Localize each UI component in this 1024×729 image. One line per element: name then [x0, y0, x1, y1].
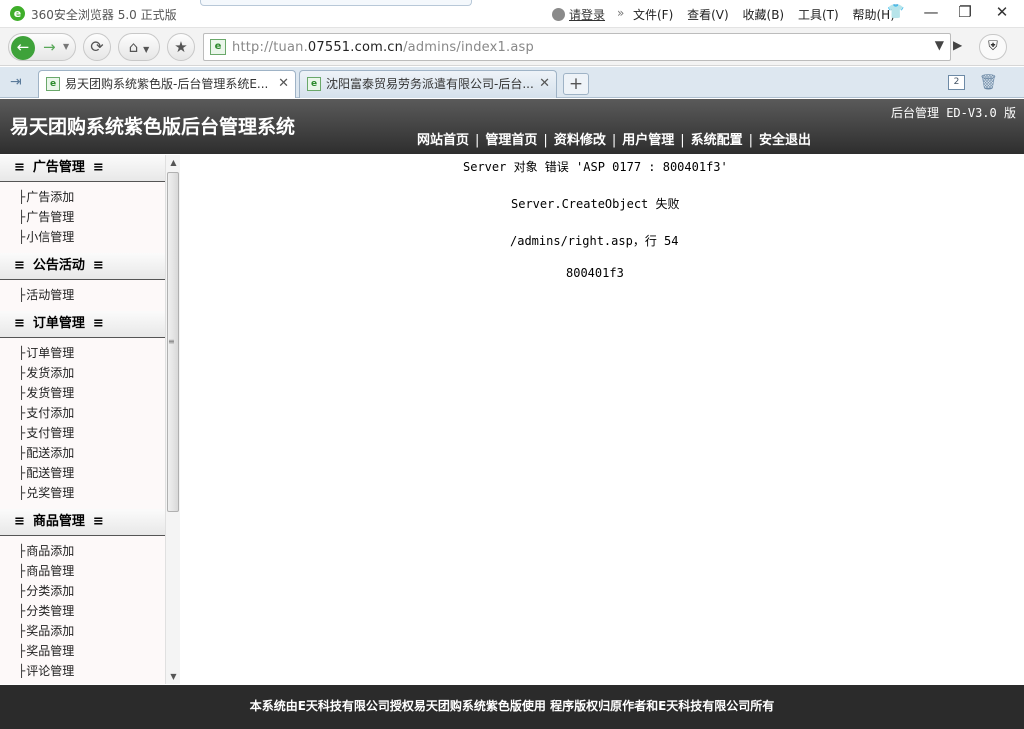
menu-item[interactable]: ├奖品管理 [18, 641, 165, 661]
nav-logout[interactable]: 安全退出 [759, 133, 811, 148]
error-code: 800401f3 [566, 266, 624, 280]
menu-section-announcements[interactable]: ≡ 公告活动 ≡ [0, 253, 165, 280]
skin-icon[interactable]: 👕 [887, 5, 904, 20]
menu-item[interactable]: ├活动管理 [18, 285, 165, 305]
close-window-button[interactable]: ✕ [988, 2, 1016, 22]
back-forward-group[interactable]: ← → ▼ [8, 33, 76, 61]
menu-item[interactable]: ├小信管理 [18, 227, 165, 247]
minimize-button[interactable]: — [917, 2, 945, 22]
menu-item[interactable]: ├奖品添加 [18, 621, 165, 641]
version-label: 后台管理 ED-V3.0 版 [890, 106, 1016, 120]
menu-scroll-area: ≡ 广告管理 ≡ ├广告添加 ├广告管理 ├小信管理 ≡ 公告活动 ≡ ├活动管理 ≡ 订… [0, 155, 165, 684]
menu-favorites[interactable]: 收藏(B) [743, 8, 785, 22]
tab-admin[interactable]: e 易天团购系统紫色版-后台管理系统E... ✕ [38, 70, 296, 98]
menu-item[interactable]: ├兑奖管理 [18, 483, 165, 503]
url-text[interactable]: http://tuan.07551.com.cn/admins/index1.a… [232, 40, 534, 55]
page-icon: e [307, 77, 321, 91]
favorite-star-button[interactable]: ★ [167, 33, 195, 61]
nav-system-config[interactable]: 系统配置 [691, 133, 743, 148]
back-arrow-icon[interactable]: ← [11, 36, 35, 60]
top-navigation: 网站首页 | 管理首页 | 资料修改 | 用户管理 | 系统配置 | 安全退出 [417, 133, 812, 148]
system-title: 易天团购系统紫色版后台管理系统 [10, 116, 296, 138]
site-icon: e [210, 39, 226, 55]
sidebar-toggle-icon[interactable]: ⇥ [10, 74, 22, 90]
nav-admin-home[interactable]: 管理首页 [485, 133, 537, 148]
page-footer: 本系统由E天科技有限公司授权易天团购系统紫色版使用 程序版权归原作者和E天科技有… [0, 685, 1024, 729]
menu-section-ads[interactable]: ≡ 广告管理 ≡ [0, 155, 165, 182]
scroll-grip-icon: ≡ [168, 337, 175, 346]
menu-scrollbar[interactable]: ▲ ≡ ▼ [165, 155, 180, 684]
nav-user-management[interactable]: 用户管理 [622, 133, 674, 148]
menu-item[interactable]: ├支付管理 [18, 423, 165, 443]
menu-section-orders[interactable]: ≡ 订单管理 ≡ [0, 311, 165, 338]
menu-item[interactable]: ├订单管理 [18, 343, 165, 363]
chevron-right-icon[interactable]: » [617, 6, 624, 20]
menu-section-products[interactable]: ≡ 商品管理 ≡ [0, 509, 165, 536]
nav-site-home[interactable]: 网站首页 [417, 133, 469, 148]
shield-icon[interactable]: ⛨ [979, 34, 1007, 60]
tab-shenyang[interactable]: e 沈阳富泰贸易劳务派遣有限公司-后台... ✕ [299, 70, 557, 98]
scroll-up-icon[interactable]: ▲ [166, 155, 181, 170]
error-location: /admins/right.asp，行 54 [510, 234, 679, 248]
menu-item[interactable]: ├商品添加 [18, 541, 165, 561]
menu-item[interactable]: ├发货管理 [18, 383, 165, 403]
trash-icon[interactable]: 🗑 [979, 73, 998, 91]
menu-item[interactable]: ├分类管理 [18, 601, 165, 621]
go-arrow-icon[interactable]: ▶ [953, 38, 969, 56]
home-button[interactable]: ⌂ ▼ [118, 33, 160, 61]
menu-view[interactable]: 查看(V) [687, 8, 729, 22]
scroll-down-icon[interactable]: ▼ [166, 669, 181, 684]
menu-item[interactable]: ├分类添加 [18, 581, 165, 601]
user-icon [552, 8, 565, 21]
tab-count-badge[interactable]: 2 [948, 75, 965, 90]
menu-item[interactable]: ├配送添加 [18, 443, 165, 463]
menu-item[interactable]: ├配送管理 [18, 463, 165, 483]
restore-button[interactable]: ❐ [951, 2, 979, 22]
menu-tools[interactable]: 工具(T) [798, 8, 839, 22]
menu-item[interactable]: ├广告添加 [18, 187, 165, 207]
url-dropdown-icon[interactable]: ▼ [935, 38, 944, 52]
error-message: Server 对象 错误 'ASP 0177 : 800401f3' [463, 160, 728, 174]
dropdown-peek [200, 0, 472, 6]
error-detail: Server.CreateObject 失败 [511, 197, 680, 211]
login-link[interactable]: 请登录 [552, 6, 605, 23]
history-dropdown-icon[interactable]: ▼ [63, 34, 69, 60]
browser-titlebar: e 360安全浏览器 5.0 正式版 请登录 » 文件(F) 查看(V) 收藏(… [0, 0, 1024, 28]
page-header: 易天团购系统紫色版后台管理系统 后台管理 ED-V3.0 版 网站首页 | 管理首页… [0, 99, 1024, 154]
browser-navbar: ← → ▼ ⟳ ⌂ ▼ ★ e http://tuan.07551.com.cn… [0, 28, 1024, 66]
browser-menu-bar: 文件(F) 查看(V) 收藏(B) 工具(T) 帮助(H) [633, 6, 905, 23]
close-tab-icon[interactable]: ✕ [278, 71, 289, 97]
menu-file[interactable]: 文件(F) [633, 8, 673, 22]
browser-title: 360安全浏览器 5.0 正式版 [31, 8, 177, 22]
forward-arrow-icon[interactable]: → [43, 34, 56, 60]
menu-item[interactable]: ├发货添加 [18, 363, 165, 383]
new-tab-button[interactable]: + [563, 73, 589, 95]
left-menu-panel: ≡ 广告管理 ≡ ├广告添加 ├广告管理 ├小信管理 ≡ 公告活动 ≡ ├活动管理 ≡ 订… [0, 155, 180, 684]
menu-item[interactable]: ├评论管理 [18, 661, 165, 681]
close-tab-icon[interactable]: ✕ [539, 71, 550, 97]
page-icon: e [46, 77, 60, 91]
address-bar[interactable]: e http://tuan.07551.com.cn/admins/index1… [203, 33, 951, 61]
nav-profile-edit[interactable]: 资料修改 [554, 133, 606, 148]
menu-item[interactable]: ├支付添加 [18, 403, 165, 423]
menu-item[interactable]: ├广告管理 [18, 207, 165, 227]
main-content: Server 对象 错误 'ASP 0177 : 800401f3' Serve… [181, 155, 1024, 684]
tab-bar: ⇥ e 易天团购系统紫色版-后台管理系统E... ✕ e 沈阳富泰贸易劳务派遣有… [0, 67, 1024, 98]
browser-logo-icon: e [10, 6, 25, 21]
refresh-button[interactable]: ⟳ [83, 33, 111, 61]
menu-item[interactable]: ├商品管理 [18, 561, 165, 581]
